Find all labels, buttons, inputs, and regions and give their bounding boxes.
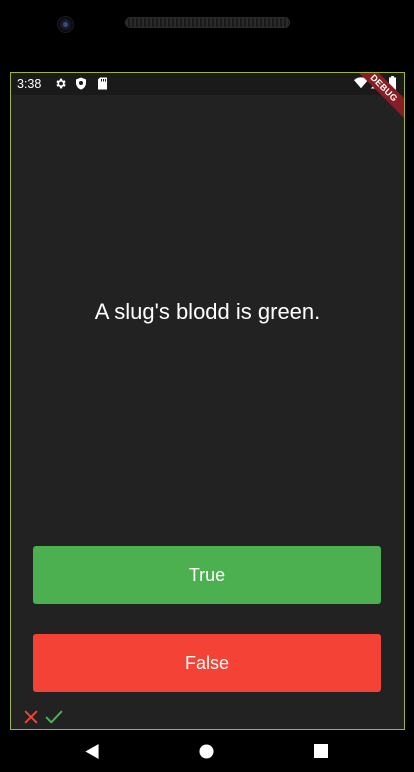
status-time: 3:38 (17, 77, 42, 91)
false-button[interactable]: False (33, 634, 381, 692)
shield-icon (75, 77, 87, 90)
sd-card-icon (97, 77, 108, 90)
close-icon (23, 709, 39, 725)
app-screen: 3:38 DEBUG A slug's blodd is green. True… (10, 72, 405, 730)
recents-icon[interactable] (314, 744, 328, 758)
true-button[interactable]: True (33, 546, 381, 604)
earpiece-speaker (125, 17, 290, 28)
front-camera (57, 16, 74, 33)
home-icon[interactable] (199, 744, 214, 759)
back-icon[interactable] (85, 744, 99, 759)
navigation-bar (0, 730, 414, 772)
settings-icon (54, 77, 67, 90)
check-icon (45, 709, 63, 725)
status-bar: 3:38 DEBUG (11, 73, 404, 123)
device-frame: 3:38 DEBUG A slug's blodd is green. True… (0, 0, 414, 772)
score-keeper (23, 709, 63, 725)
question-text: A slug's blodd is green. (94, 299, 321, 324)
